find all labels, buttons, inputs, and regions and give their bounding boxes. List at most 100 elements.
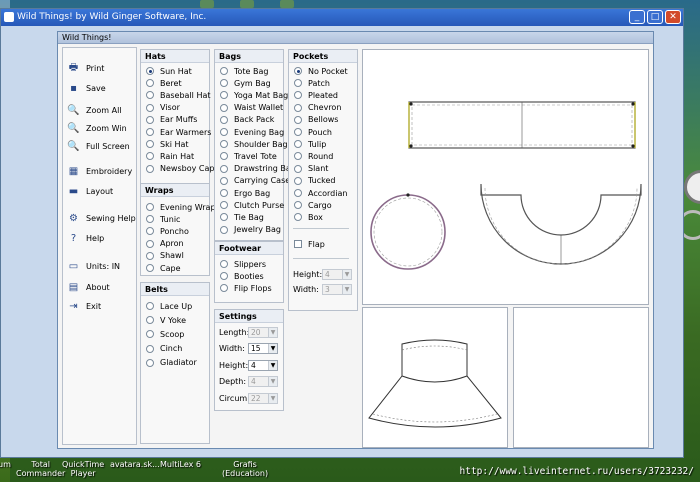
footwear-option-slippers[interactable]: Slippers [220,258,266,270]
radio-button[interactable] [294,152,302,161]
pockets-option-box[interactable]: Box [294,211,323,223]
desktop-shortcut-quicktime[interactable]: QuickTime Player [62,460,104,478]
wraps-option-evening-wrap[interactable]: Evening Wrap [146,201,216,213]
hats-option-newsboy-cap[interactable]: Newsboy Cap [146,163,214,175]
radio-button[interactable] [220,272,228,281]
radio-button[interactable] [220,213,228,222]
radio-button[interactable] [146,79,154,88]
hats-option-ear-muffs[interactable]: Ear Muffs [146,114,197,126]
toolbar-units-in-button[interactable]: ▭ Units: IN [67,259,120,273]
bags-option-gym-bag[interactable]: Gym Bag [220,77,271,89]
radio-button[interactable] [146,239,154,248]
pockets-option-accordian[interactable]: Accordian [294,187,347,199]
chevron-down-icon[interactable]: ▼ [268,327,277,337]
minimize-button[interactable]: _ [629,10,645,24]
pockets-option-round[interactable]: Round [294,150,333,162]
hats-option-ski-hat[interactable]: Ski Hat [146,138,189,150]
pockets-option-tucked[interactable]: Tucked [294,175,336,187]
maximize-button[interactable]: □ [647,10,663,24]
radio-button[interactable] [220,115,228,124]
radio-button[interactable] [146,251,154,260]
chevron-down-icon[interactable]: ▼ [342,284,351,294]
radio-button[interactable] [146,227,154,236]
chevron-down-icon[interactable]: ▼ [268,344,277,353]
pockets-option-patch[interactable]: Patch [294,77,330,89]
radio-button[interactable] [294,103,302,112]
wraps-option-shawl[interactable]: Shawl [146,250,184,262]
desktop-shortcut-multilex-6[interactable]: MultiLex 6 [160,460,201,469]
radio-button[interactable] [294,201,302,210]
radio-button[interactable] [146,67,154,75]
bags-option-travel-tote[interactable]: Travel Tote [220,150,277,162]
bags-option-drawstring-bag[interactable]: Drawstring Bag [220,163,296,175]
pocket-width-dropdown[interactable]: 3 ▼ [322,283,352,295]
radio-button[interactable] [146,215,154,224]
preview-panel-top[interactable] [362,49,649,305]
radio-button[interactable] [220,284,228,293]
belts-option-cinch[interactable]: Cinch [146,343,182,355]
pocket-height-dropdown[interactable]: 4 ▼ [322,268,352,280]
radio-button[interactable] [146,316,154,325]
radio-button[interactable] [220,91,228,100]
radio-button[interactable] [220,79,228,88]
radio-button[interactable] [294,140,302,149]
wraps-option-tunic[interactable]: Tunic [146,213,180,225]
desktop-shortcut-total[interactable]: Total Commander [16,460,65,478]
toolbar-full-screen-button[interactable]: 🔍 Full Screen [67,139,129,153]
pockets-option-pouch[interactable]: Pouch [294,126,332,138]
radio-button[interactable] [294,164,302,173]
toolbar-print-button[interactable]: 🖶 Print [67,61,105,75]
toolbar-zoom-all-button[interactable]: 🔍 Zoom All [67,103,121,117]
toolbar-zoom-win-button[interactable]: 🔍 Zoom Win [67,121,126,135]
hats-option-visor[interactable]: Visor [146,102,180,114]
radio-button[interactable] [220,152,228,161]
pockets-option-no-pocket[interactable]: No Pocket [294,65,348,77]
window-titlebar[interactable]: Wild Things! by Wild Ginger Software, In… [1,9,683,26]
radio-button[interactable] [294,115,302,124]
circum-dropdown[interactable]: 22 ▼ [248,392,278,404]
close-button[interactable]: ✕ [665,10,681,24]
radio-button[interactable] [294,67,302,75]
toolbar-layout-button[interactable]: ▬ Layout [67,184,113,198]
radio-button[interactable] [220,67,228,75]
pockets-option-tulip[interactable]: Tulip [294,138,326,150]
hats-option-rain-hat[interactable]: Rain Hat [146,150,194,162]
radio-button[interactable] [294,213,302,222]
bags-option-back-pack[interactable]: Back Pack [220,114,274,126]
depth-dropdown[interactable]: 4 ▼ [248,376,278,387]
height-dropdown[interactable]: 4 ▼ [248,359,278,371]
radio-button[interactable] [294,128,302,136]
radio-button[interactable] [220,140,228,149]
chevron-down-icon[interactable]: ▼ [342,269,351,279]
hats-option-baseball-hat[interactable]: Baseball Hat [146,89,211,101]
radio-button[interactable] [146,115,154,124]
bags-option-waist-wallet[interactable]: Waist Wallet [220,102,283,114]
bags-option-tote-bag[interactable]: Tote Bag [220,65,269,77]
radio-button[interactable] [294,79,302,88]
pockets-option-slant[interactable]: Slant [294,163,328,175]
radio-button[interactable] [220,260,228,268]
wraps-option-poncho[interactable]: Poncho [146,225,189,237]
bags-option-ergo-bag[interactable]: Ergo Bag [220,187,270,199]
bags-option-carrying-case[interactable]: Carrying Case [220,175,290,187]
radio-button[interactable] [146,203,154,211]
toolbar-sewing-help-button[interactable]: ⚙ Sewing Help [67,211,136,225]
flap-checkbox-row[interactable]: Flap [294,238,325,250]
length-dropdown[interactable]: 20 ▼ [248,326,278,338]
bags-option-jewelry-bag[interactable]: Jewelry Bag [220,224,281,236]
toolbar-embroidery-button[interactable]: ▦ Embroidery [67,164,132,178]
bags-option-clutch-purse[interactable]: Clutch Purse [220,199,284,211]
radio-button[interactable] [146,91,154,100]
pockets-option-cargo[interactable]: Cargo [294,199,332,211]
pockets-option-bellows[interactable]: Bellows [294,114,338,126]
hats-option-beret[interactable]: Beret [146,77,182,89]
wraps-option-apron[interactable]: Apron [146,238,184,250]
footwear-option-flip-flops[interactable]: Flip Flops [220,282,272,294]
radio-button[interactable] [220,225,228,234]
radio-button[interactable] [220,103,228,112]
toolbar-about-button[interactable]: ▤ About [67,280,110,294]
radio-button[interactable] [220,201,228,210]
radio-button[interactable] [294,176,302,185]
radio-button[interactable] [220,164,228,173]
radio-button[interactable] [220,189,228,197]
